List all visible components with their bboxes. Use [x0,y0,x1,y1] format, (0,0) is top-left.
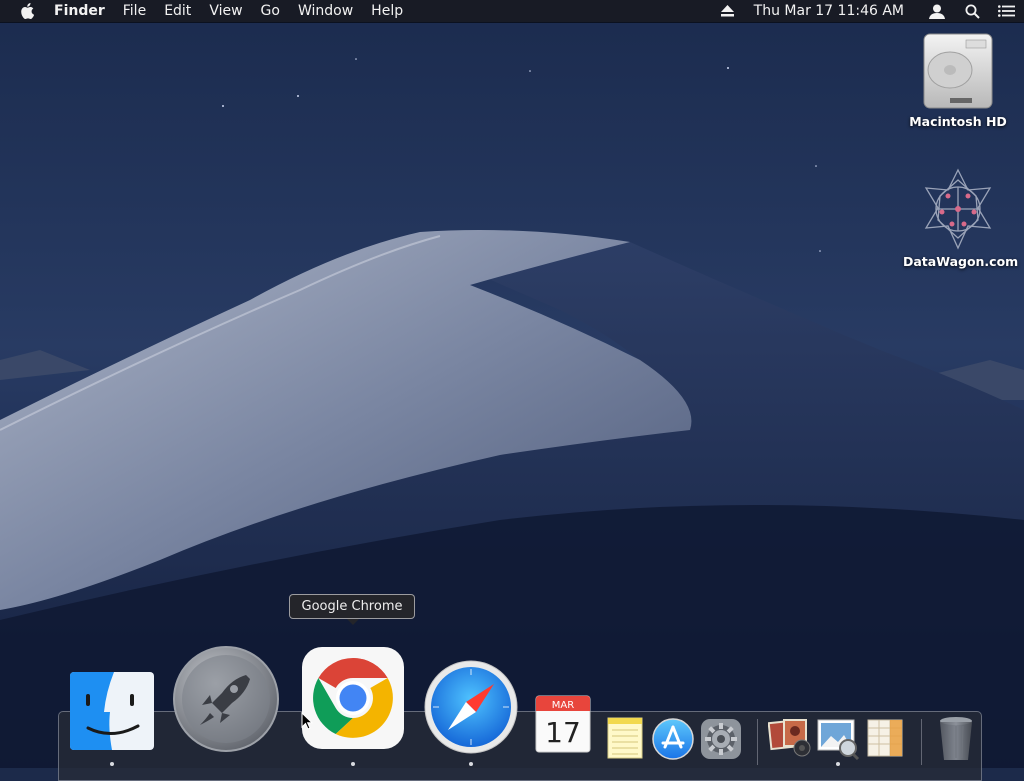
menu-view[interactable]: View [200,0,251,22]
dock-item-safari[interactable] [424,660,518,758]
desktop-icon-label: Macintosh HD [909,114,1007,129]
dock-separator [921,719,922,765]
dock-item-finder[interactable] [70,672,154,754]
dock-item-trash[interactable] [937,716,975,766]
dock-item-launchpad[interactable] [172,645,280,757]
dock-item-notes[interactable] [606,716,644,764]
calendar-day: 17 [545,716,581,749]
eject-button[interactable] [714,0,742,22]
dock-item-calendar-sheet[interactable] [866,718,906,762]
mouse-cursor-icon [301,712,313,730]
system-preferences-icon [701,719,741,759]
apple-logo-icon [21,3,34,19]
tooltip-text: Google Chrome [301,599,403,614]
dock-separator [757,719,758,765]
app-menu-finder[interactable]: Finder [54,0,114,22]
dock-item-preview[interactable] [816,718,860,764]
user-icon [929,4,945,19]
spotlight-search-icon [965,4,980,19]
desktop-icon-datawagon[interactable]: DataWagon.com [903,168,1019,269]
photo-booth-icon [767,719,811,757]
spotlight-button[interactable] [956,0,988,22]
running-indicator [836,762,840,766]
launchpad-icon [173,646,279,752]
menu-edit[interactable]: Edit [155,0,200,22]
menu-file[interactable]: File [114,0,155,22]
notes-icon [607,717,643,759]
menu-go[interactable]: Go [252,0,289,22]
notification-list-icon [997,5,1015,17]
tooltip-pointer [347,619,359,625]
dock-tooltip: Google Chrome [289,594,415,625]
app-store-icon [652,718,694,760]
running-indicator [469,762,473,766]
dock-item-photo-booth[interactable] [767,718,812,762]
preview-icon [817,719,860,761]
running-indicator [110,762,114,766]
menu-window[interactable]: Window [289,0,362,22]
menu-bar: Finder File Edit View Go Window Help Thu… [0,0,1024,22]
trash-icon [940,717,972,760]
calendar-month: MAR [552,700,574,711]
finder-icon [70,672,154,750]
datawagon-logo-icon [924,168,992,250]
hard-drive-icon [923,33,993,109]
google-chrome-icon [302,647,404,749]
notification-center-button[interactable] [988,0,1024,22]
safari-icon [424,660,518,754]
user-menu-button[interactable] [918,0,956,22]
eject-icon [721,5,735,17]
running-indicator [351,762,355,766]
desktop-icon-label: DataWagon.com [903,254,1019,269]
desktop-icon-macintosh-hd[interactable]: Macintosh HD [903,32,1013,129]
apple-menu-button[interactable] [0,0,54,22]
ical-icon [867,719,903,757]
menu-bar-status-area: Thu Mar 17 11:46 AM [714,0,1024,22]
dock-item-calendar[interactable]: MAR 17 [534,694,592,758]
dock-item-google-chrome[interactable] [302,647,404,753]
calendar-icon: MAR 17 [535,695,591,753]
dock-item-app-store[interactable] [652,718,694,764]
desktop-wallpaper [0,0,1024,768]
menu-bar-left: Finder File Edit View Go Window Help [0,0,412,22]
dock-item-system-preferences[interactable] [700,718,742,764]
menu-help[interactable]: Help [362,0,412,22]
menu-bar-clock[interactable]: Thu Mar 17 11:46 AM [742,0,918,22]
